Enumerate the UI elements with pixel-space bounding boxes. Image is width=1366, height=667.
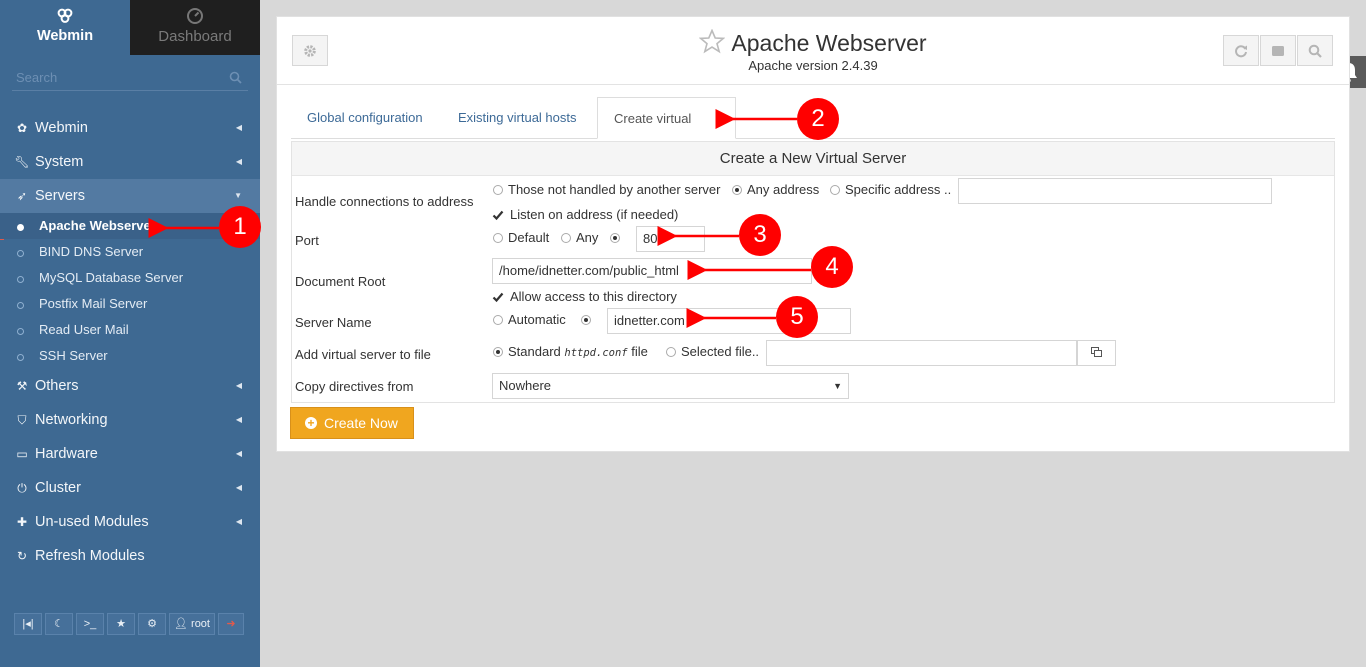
annotation-badge-5: 5 <box>776 296 818 338</box>
annotation-badge-4: 4 <box>811 246 853 288</box>
annotation-arrows <box>148 109 811 328</box>
annotation-badge-3: 3 <box>739 214 781 256</box>
annotation-badge-1: 1 <box>219 206 261 248</box>
annotation-badge-2: 2 <box>797 98 839 140</box>
